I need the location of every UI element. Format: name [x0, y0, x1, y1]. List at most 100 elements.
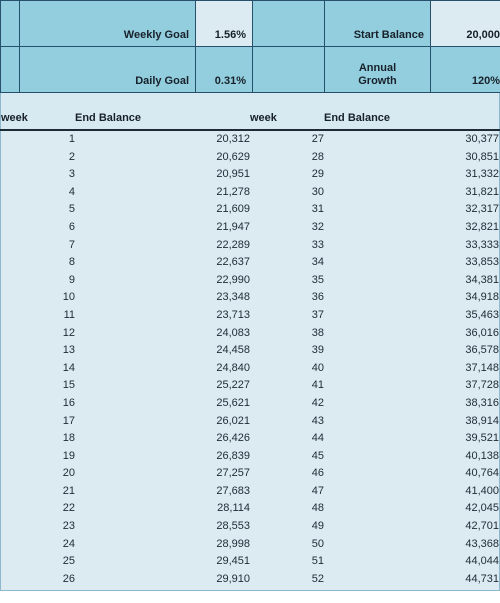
cell-week-right: 49: [311, 520, 324, 533]
column-header-week-left[interactable]: week: [0, 102, 75, 131]
cell-week-left: 25: [62, 555, 75, 568]
table-row: 13 24,458 39 36,578: [1, 342, 500, 360]
cell-week-left: 9: [68, 273, 75, 286]
cell-week-right: 39: [311, 344, 324, 357]
cell-week-left: 24: [62, 537, 75, 550]
table-row: 26 29,910 52 44,731: [1, 571, 500, 589]
cell-balance-left: 29,451: [216, 555, 250, 568]
cell-balance-left: 28,114: [217, 502, 250, 515]
table-row: 23 28,553 49 42,701: [1, 518, 500, 536]
daily-goal-value-cell[interactable]: 0.31%: [195, 46, 253, 93]
cell-week-left: 5: [68, 203, 75, 216]
cell-balance-left: 27,257: [216, 467, 250, 480]
cell-week-left: 20: [62, 467, 75, 480]
cell-week-right: 34: [311, 256, 324, 269]
cell-balance-right: 30,377: [465, 133, 499, 145]
column-header-week-right[interactable]: week: [250, 102, 324, 131]
start-balance-label: Start Balance: [353, 29, 424, 41]
cell-week-right: 32: [311, 220, 324, 233]
cell-week-right: 36: [311, 291, 324, 304]
cell-balance-right: 44,731: [465, 572, 499, 585]
column-header-balance-right[interactable]: End Balance: [324, 102, 500, 131]
cell-week-right: 38: [311, 326, 324, 339]
weekly-goal-value-cell[interactable]: 1.56%: [195, 0, 253, 47]
table-row: 24 28,998 50 43,368: [1, 536, 500, 554]
annual-growth-value-cell[interactable]: 120%: [430, 46, 500, 93]
table-row: 14 24,840 40 37,148: [1, 360, 500, 378]
table-row: 18 26,426 44 39,521: [1, 430, 500, 448]
table-row: 17 26,021 43 38,914: [1, 413, 500, 431]
cell-week-right: 42: [311, 396, 324, 409]
cell-week-right: 41: [311, 379, 324, 392]
cell-week-right: 29: [311, 168, 324, 181]
cell-week-left: 6: [68, 220, 75, 233]
cell-balance-right: 42,045: [465, 502, 499, 515]
parameter-row-daily: Daily Goal 0.31% Annual Growth 120%: [0, 46, 500, 93]
spacer-cell-1: [0, 0, 20, 47]
cell-balance-left: 23,348: [216, 291, 250, 304]
cell-balance-right: 35,463: [465, 308, 499, 321]
cell-balance-right: 36,578: [465, 344, 499, 357]
parameter-row-weekly: Weekly Goal 1.56% Start Balance 20,000: [0, 0, 500, 47]
cell-balance-left: 24,458: [216, 344, 250, 357]
cell-balance-left: 20,629: [216, 150, 250, 163]
weekly-goal-label-cell: Weekly Goal: [19, 0, 196, 47]
block-separator: [0, 93, 500, 102]
cell-balance-right: 41,400: [465, 484, 499, 497]
cell-week-left: 26: [62, 572, 75, 585]
cell-balance-left: 27,683: [216, 484, 250, 497]
cell-week-right: 47: [311, 484, 324, 497]
cell-balance-right: 36,016: [465, 326, 499, 339]
cell-balance-right: 40,138: [465, 449, 499, 462]
table-row: 5 21,609 31 32,317: [1, 201, 500, 219]
cell-balance-right: 32,317: [465, 203, 499, 216]
weekly-goal-value: 1.56%: [214, 29, 246, 41]
cell-week-left: 1: [68, 133, 75, 145]
cell-balance-right: 33,333: [465, 238, 499, 251]
cell-balance-right: 34,918: [465, 291, 499, 304]
balance-schedule-table: week End Balance week End Balance 1 20,31…: [0, 102, 500, 589]
spacer-cell-3: [0, 46, 20, 93]
cell-balance-left: 22,990: [216, 273, 250, 286]
table-header: week End Balance week End Balance: [0, 102, 500, 131]
annual-growth-label-cell: Annual Growth: [324, 46, 431, 93]
cell-week-right: 30: [311, 185, 324, 198]
cell-balance-left: 28,998: [216, 537, 250, 550]
cell-week-left: 8: [68, 256, 75, 269]
cell-week-left: 17: [62, 414, 75, 427]
cell-balance-left: 22,637: [216, 256, 250, 269]
cell-week-left: 12: [62, 326, 75, 339]
cell-week-right: 37: [311, 308, 324, 321]
table-header-row: week End Balance week End Balance: [0, 102, 500, 131]
cell-balance-right: 32,821: [465, 220, 499, 233]
weekly-goal-label: Weekly Goal: [123, 29, 189, 41]
cell-week-right: 50: [311, 537, 324, 550]
start-balance-value: 20,000: [466, 29, 500, 41]
cell-balance-left: 26,426: [216, 432, 250, 445]
cell-balance-left: 22,289: [216, 238, 250, 251]
cell-week-left: 13: [62, 344, 75, 357]
cell-week-left: 10: [62, 291, 75, 304]
table-row: 15 25,227 41 37,728: [1, 377, 500, 395]
table-row: 9 22,990 35 34,381: [1, 272, 500, 290]
column-header-balance-left[interactable]: End Balance: [75, 102, 250, 131]
table-row: 22 28,114 48 42,045: [1, 500, 500, 518]
cell-week-left: 21: [62, 484, 75, 497]
table-row: 4 21,278 30 31,821: [1, 184, 500, 202]
table-row: 1 20,312 27 30,377: [1, 130, 500, 149]
start-balance-value-cell[interactable]: 20,000: [430, 0, 500, 47]
cell-balance-right: 33,853: [465, 256, 499, 269]
table-row: 10 23,348 36 34,918: [1, 289, 500, 307]
cell-balance-right: 43,368: [465, 537, 499, 550]
cell-week-right: 35: [311, 273, 324, 286]
cell-balance-left: 25,621: [216, 396, 250, 409]
cell-balance-left: 29,910: [216, 572, 250, 585]
table-row: 16 25,621 42 38,316: [1, 395, 500, 413]
daily-goal-label: Daily Goal: [135, 75, 189, 87]
table-body: 1 20,312 27 30,377 2 20,629 28 30,851 3 20,951 29 3…: [1, 130, 500, 588]
parameters-block: Weekly Goal 1.56% Start Balance 20,000 D…: [0, 0, 500, 93]
cell-balance-left: 26,839: [216, 449, 250, 462]
annual-growth-value: 120%: [471, 75, 500, 87]
cell-balance-left: 23,713: [216, 308, 250, 321]
cell-balance-left: 28,553: [216, 520, 250, 533]
